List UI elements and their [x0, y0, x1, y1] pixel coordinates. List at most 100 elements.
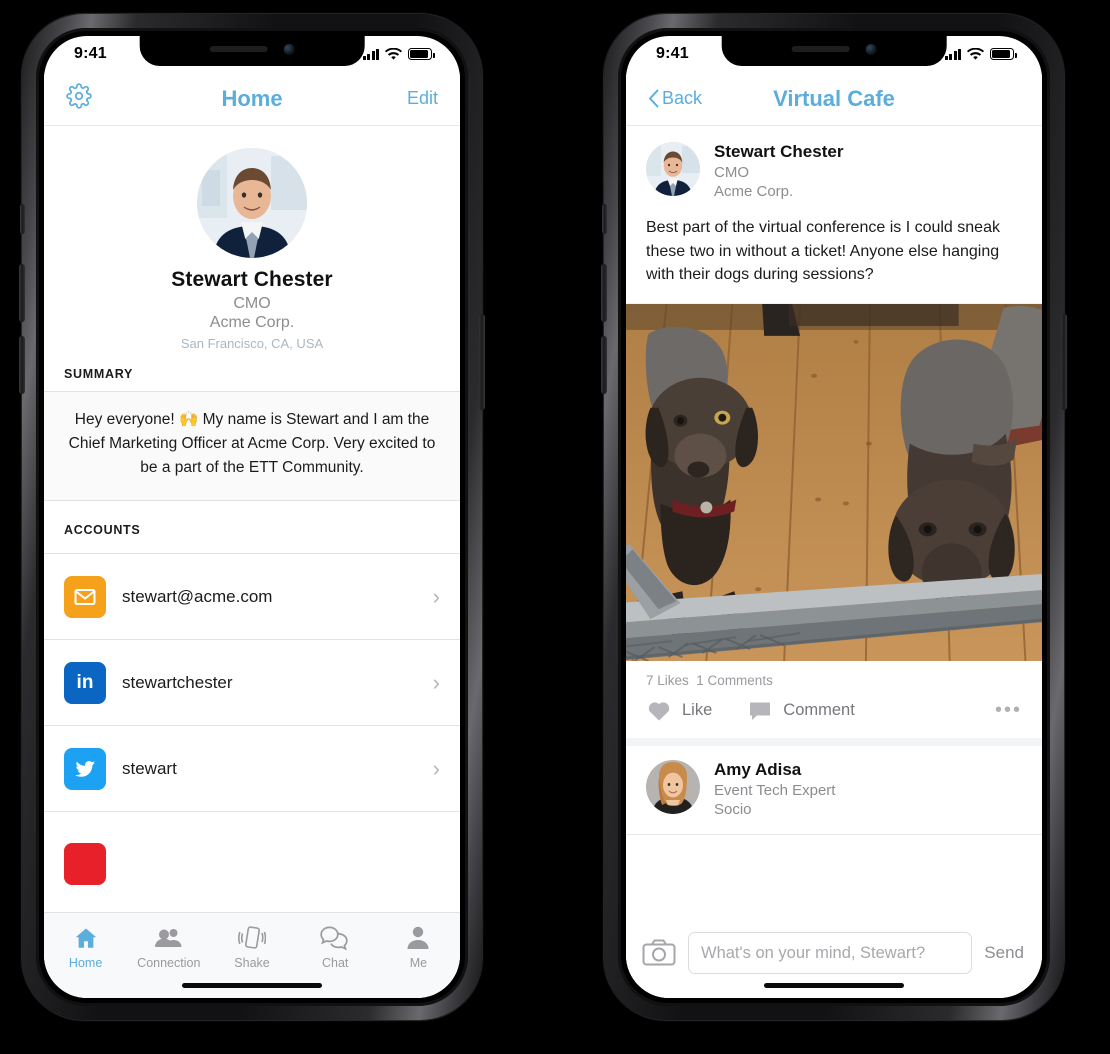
account-row-email[interactable]: stewart@acme.com ›: [44, 554, 460, 641]
comment-input[interactable]: What's on your mind, Stewart?: [688, 932, 973, 974]
like-button[interactable]: Like: [646, 698, 712, 722]
wifi-icon: [385, 47, 402, 60]
earpiece-speaker: [791, 46, 850, 52]
back-button[interactable]: Back: [648, 88, 702, 109]
heart-icon: [648, 702, 670, 721]
cellular-signal-icon: [944, 48, 961, 60]
comments-count: 1 Comments: [696, 673, 773, 689]
post-header: Stewart Chester CMO Acme Corp.: [626, 126, 1042, 206]
comment-author-role: Event Tech Expert: [714, 782, 836, 800]
nav-bar-left: Home Edit: [44, 72, 460, 126]
profile-company: Acme Corp.: [209, 314, 295, 331]
home-indicator[interactable]: [182, 983, 322, 988]
power-button[interactable]: [479, 314, 485, 410]
edit-button[interactable]: Edit: [407, 88, 438, 109]
profile-role: CMO: [233, 295, 271, 312]
tab-me[interactable]: Me: [377, 923, 460, 970]
comment-item: Amy Adisa Event Tech Expert Socio: [626, 746, 1042, 836]
summary-text: Hey everyone! 🙌 My name is Stewart and I…: [44, 392, 460, 502]
volume-down-button[interactable]: [19, 336, 25, 394]
phone-body-left: 9:41 Home Edit Stewart Chester CMO Acme …: [36, 28, 468, 1006]
silent-switch[interactable]: [602, 204, 607, 234]
battery-icon: [990, 48, 1017, 60]
like-label: Like: [682, 700, 713, 719]
comment-button[interactable]: Comment: [748, 698, 855, 722]
power-button[interactable]: [1061, 314, 1067, 410]
email-icon: [64, 575, 106, 618]
home-icon: [44, 923, 127, 953]
content-scroll-right[interactable]: Stewart Chester CMO Acme Corp. Best part…: [626, 126, 1042, 998]
shake-icon: [210, 923, 293, 953]
post-author-role: CMO: [714, 164, 749, 181]
post-meta: 7 Likes 1 Comments: [626, 661, 1042, 688]
comment-author-company: Socio: [714, 801, 752, 819]
avatar[interactable]: [646, 142, 700, 196]
tab-connection[interactable]: Connection: [127, 923, 210, 970]
back-label: Back: [662, 88, 703, 108]
camera-icon[interactable]: [642, 939, 676, 967]
volume-down-button[interactable]: [601, 336, 607, 394]
account-row-twitter[interactable]: stewart ›: [44, 726, 460, 813]
summary-heading: SUMMARY: [44, 355, 460, 392]
comment-bubble-icon: [750, 702, 771, 721]
chat-icon: [294, 923, 377, 953]
content-scroll-left[interactable]: Stewart Chester CMO Acme Corp. San Franc…: [44, 126, 460, 998]
post-author-company: Acme Corp.: [714, 183, 794, 200]
screen-left: 9:41 Home Edit Stewart Chester CMO Acme …: [44, 36, 460, 998]
silent-switch[interactable]: [20, 204, 25, 234]
tab-shake[interactable]: Shake: [210, 923, 293, 970]
tab-label: Shake: [234, 956, 270, 970]
page-title: Home: [221, 85, 283, 111]
accounts-heading: ACCOUNTS: [44, 501, 460, 555]
account-label: stewartchester: [122, 672, 233, 692]
account-label: stewart@acme.com: [122, 586, 273, 606]
account-label: stewart: [122, 758, 177, 778]
phone-device-right: 9:41 Back Virtual Cafe Stewart Chester C…: [601, 14, 1067, 1020]
post-actions: Like Comment •••: [626, 688, 1042, 747]
chevron-right-icon: ›: [432, 755, 440, 781]
settings-button[interactable]: [66, 83, 92, 114]
earpiece-speaker: [209, 46, 268, 52]
screen-right: 9:41 Back Virtual Cafe Stewart Chester C…: [626, 36, 1042, 998]
tab-label: Me: [409, 956, 428, 970]
gear-icon: [66, 83, 92, 109]
tab-label: Connection: [137, 956, 201, 970]
home-indicator[interactable]: [764, 983, 904, 988]
volume-up-button[interactable]: [19, 264, 25, 322]
comment-label: Comment: [783, 700, 855, 719]
notch: [139, 36, 365, 66]
status-time: 9:41: [74, 45, 107, 62]
profile-photo-stewart: [197, 148, 307, 258]
send-button[interactable]: Send: [984, 943, 1026, 963]
phone-body-right: 9:41 Back Virtual Cafe Stewart Chester C…: [618, 28, 1050, 1006]
linkedin-icon: in: [64, 661, 106, 704]
post-body-text: Best part of the virtual conference is I…: [646, 219, 1000, 284]
me-icon: [377, 923, 460, 953]
profile-card: Stewart Chester CMO Acme Corp. San Franc…: [44, 126, 460, 355]
account-row-linkedin[interactable]: in stewartchester ›: [44, 640, 460, 727]
avatar[interactable]: [646, 760, 700, 815]
cellular-signal-icon: [362, 48, 379, 60]
tab-label: Chat: [322, 956, 349, 970]
account-row-youtube[interactable]: [44, 812, 460, 899]
chevron-left-icon: [649, 89, 659, 108]
tab-chat[interactable]: Chat: [294, 923, 377, 970]
connection-icon: [127, 923, 210, 953]
screenshot-stage: 9:41 Home Edit Stewart Chester CMO Acme …: [0, 0, 1110, 1054]
front-camera-icon: [865, 43, 877, 55]
twitter-icon: [64, 747, 106, 790]
profile-name: Stewart Chester: [171, 268, 333, 291]
front-camera-icon: [283, 43, 295, 55]
profile-photo-amy: [646, 760, 700, 815]
comment-placeholder: What's on your mind, Stewart?: [701, 943, 926, 962]
tab-label: Home: [68, 956, 103, 970]
avatar: [197, 148, 307, 258]
battery-icon: [408, 48, 435, 60]
post-image[interactable]: [626, 303, 1042, 662]
tab-home[interactable]: Home: [44, 923, 127, 970]
profile-location: San Francisco, CA, USA: [180, 336, 324, 351]
profile-photo-stewart: [646, 142, 700, 196]
comment-author: Amy Adisa: [714, 760, 802, 780]
post-author: Stewart Chester: [714, 142, 844, 161]
volume-up-button[interactable]: [601, 264, 607, 322]
